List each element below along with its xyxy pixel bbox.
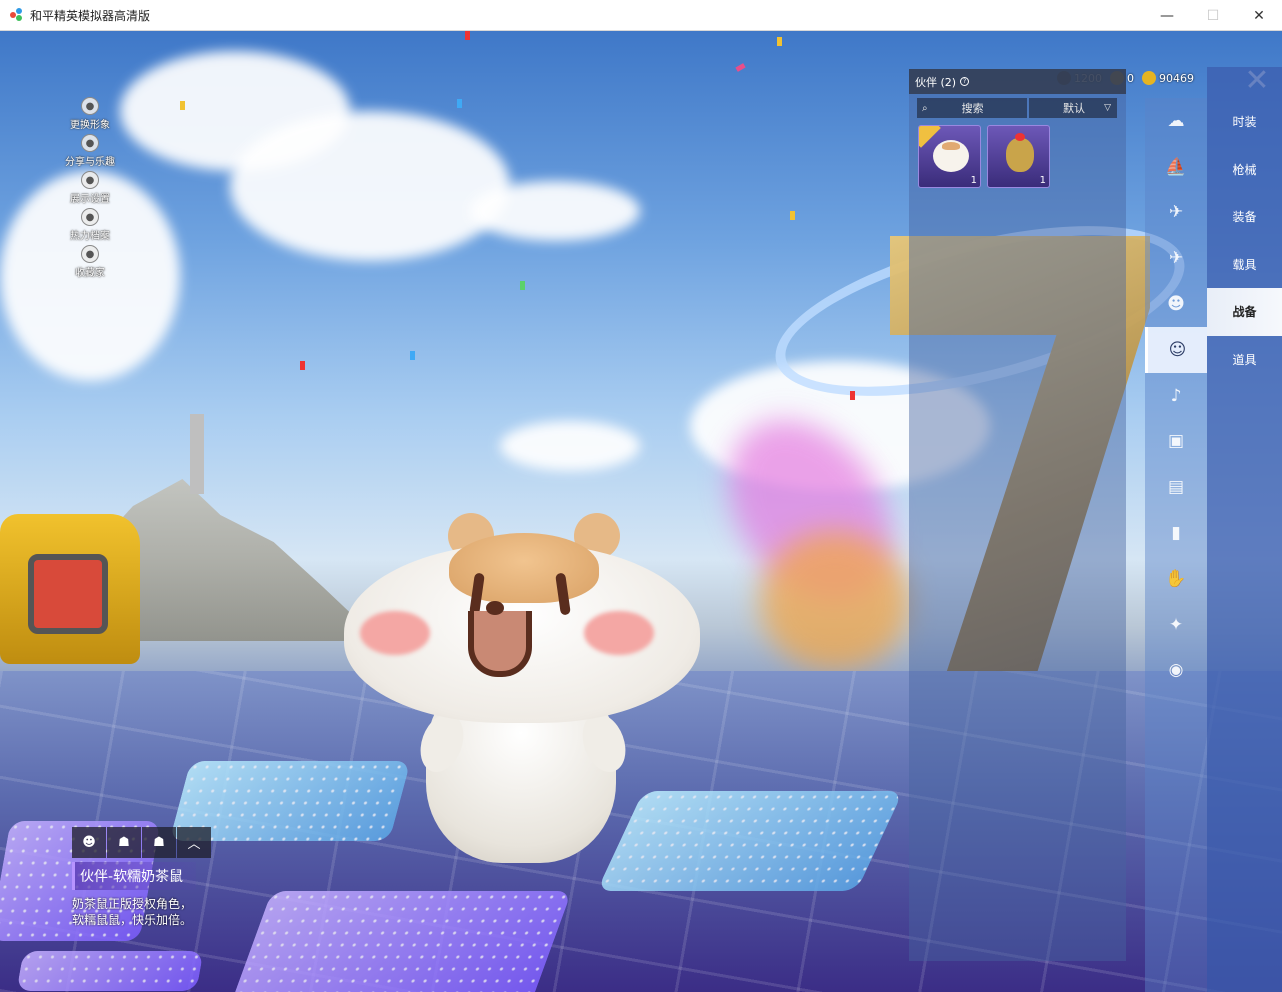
emote-icon[interactable]: ☻: [1145, 281, 1207, 327]
item-description-line: 奶茶鼠正版授权角色，: [72, 897, 193, 911]
orange-smoke: [760, 531, 910, 671]
outfit-button-2[interactable]: ☗: [142, 827, 176, 858]
left-menu-item[interactable]: ● 热力档案: [58, 208, 122, 245]
arcade-screen: [28, 554, 108, 634]
face-button[interactable]: ☻: [72, 827, 106, 858]
help-icon[interactable]: ?: [960, 77, 970, 86]
gold-coin-icon: [1142, 71, 1156, 85]
item-description-line: 软糯鼠鼠，快乐加倍。: [72, 913, 193, 927]
search-icon: ⌕: [922, 102, 928, 114]
tower: [190, 414, 204, 494]
category-tab[interactable]: 时装: [1207, 98, 1282, 146]
cloud: [470, 181, 640, 241]
minimize-button[interactable]: —: [1144, 0, 1190, 31]
glider-icon[interactable]: ⛵: [1145, 144, 1207, 190]
sort-dropdown[interactable]: 默认 ▽: [1029, 98, 1117, 118]
arcade-machine: [0, 514, 140, 664]
pet-icon[interactable]: ▣: [1145, 419, 1207, 465]
confetti: [465, 31, 470, 40]
companion-icon[interactable]: ☺: [1145, 326, 1207, 373]
share-icon: ●: [81, 134, 99, 152]
wand-icon[interactable]: ✦: [1145, 602, 1207, 648]
panel-title: 伙伴 (2): [915, 75, 957, 89]
chick-card[interactable]: 1: [987, 125, 1050, 188]
confetti: [457, 99, 462, 108]
hand-icon[interactable]: ✋: [1145, 556, 1207, 602]
confetti: [180, 101, 185, 110]
hamster-card[interactable]: 1: [918, 125, 981, 188]
flame-icon: ●: [81, 208, 99, 226]
category-tab[interactable]: 道具: [1207, 336, 1282, 384]
sort-label: 默认: [1063, 102, 1085, 115]
left-menu-item[interactable]: ● 分享与乐趣: [58, 134, 122, 171]
hamster-mouth: [468, 611, 532, 677]
search-label: 搜索: [961, 102, 984, 115]
item-info-box: ☻ ☗ ☗ ︿ 伙伴-软糯奶茶鼠 奶茶鼠正版授权角色， 软糯鼠鼠，快乐加倍。: [72, 827, 211, 928]
confetti: [850, 391, 855, 400]
category-sidebar: 时装 枪械 装备 载具 战备 道具: [1207, 67, 1282, 992]
item-quantity: 1: [970, 175, 977, 186]
floor-tile: [228, 891, 572, 992]
hamster-nose: [486, 601, 504, 615]
left-menu-label: 分享与乐趣: [65, 157, 115, 168]
confetti: [300, 361, 305, 370]
left-menu-label: 更换形象: [70, 120, 110, 131]
confetti: [735, 63, 746, 72]
picture-icon[interactable]: ▤: [1145, 464, 1207, 510]
item-description: 奶茶鼠正版授权角色， 软糯鼠鼠，快乐加倍。: [72, 896, 211, 928]
hamster-cheek: [584, 611, 654, 655]
hamster-cheek: [360, 611, 430, 655]
chick-thumbnail: [1006, 133, 1034, 172]
drone-icon[interactable]: ✈: [1145, 190, 1207, 236]
confetti: [777, 37, 782, 46]
item-name: 伙伴-软糯奶茶鼠: [72, 862, 196, 890]
chevron-down-icon: ▽: [1104, 103, 1111, 113]
close-window-button[interactable]: ✕: [1236, 0, 1282, 31]
panel-header: 伙伴 (2) ?: [909, 69, 1126, 94]
left-menu-item[interactable]: ● 更换形象: [58, 97, 122, 134]
confetti: [520, 281, 525, 290]
left-menu-label: 热力档案: [70, 231, 110, 242]
collapse-button[interactable]: ︿: [177, 827, 211, 858]
search-input[interactable]: ⌕ 搜索: [917, 98, 1027, 118]
partner-panel: 伙伴 (2) ? ⌕ 搜索 默认 ▽ 1 1: [909, 69, 1126, 961]
category-tab[interactable]: 战备: [1207, 288, 1282, 336]
left-menu-item[interactable]: ● 收藏家: [58, 245, 122, 282]
extinguisher-icon[interactable]: ▮: [1145, 510, 1207, 556]
collector-badge-icon: ●: [81, 245, 99, 263]
maximize-button[interactable]: ☐: [1190, 0, 1236, 31]
left-menu: ● 更换形象 ● 分享与乐趣 ● 展示设置 ● 热力档案 ● 收藏家: [58, 97, 122, 282]
parachute-icon[interactable]: ☁: [1145, 98, 1207, 144]
cloud: [230, 111, 510, 261]
outfit-button-1[interactable]: ☗: [107, 827, 141, 858]
subcategory-icon-column: ☁ ⛵ ✈ ✈ ☻ ☺ ♪ ▣ ▤ ▮ ✋ ✦ ◉: [1145, 98, 1207, 992]
left-menu-label: 收藏家: [75, 268, 105, 279]
confetti: [790, 211, 795, 220]
window-titlebar: 和平精英模拟器高清版 — ☐ ✕: [0, 0, 1282, 31]
sound-icon[interactable]: ♪: [1145, 373, 1207, 419]
cloud: [500, 421, 640, 471]
category-tab[interactable]: 枪械: [1207, 146, 1282, 194]
avatar-icon: ●: [81, 97, 99, 115]
hamster-companion-model[interactable]: [344, 513, 700, 863]
category-tab[interactable]: 装备: [1207, 193, 1282, 241]
plane-icon[interactable]: ✈: [1145, 235, 1207, 281]
left-menu-label: 展示设置: [70, 194, 110, 205]
category-tab[interactable]: 载具: [1207, 241, 1282, 289]
app-logo-icon: [10, 8, 24, 22]
ufo-icon[interactable]: ◉: [1145, 648, 1207, 694]
hamster-thumbnail: [933, 140, 969, 172]
currency-value: 90469: [1159, 71, 1194, 85]
left-menu-item[interactable]: ● 展示设置: [58, 171, 122, 208]
window-title: 和平精英模拟器高清版: [30, 8, 151, 23]
currency-item[interactable]: 90469: [1142, 71, 1194, 85]
eye-icon: ●: [81, 171, 99, 189]
currency-value: 0: [1127, 71, 1134, 85]
confetti: [410, 351, 415, 360]
game-viewport[interactable]: ●更换形象●分享与乐趣●展示设置●热力档案●收藏家 1200090469 ✕ ☁…: [0, 31, 1282, 992]
floor-tile: [16, 951, 204, 991]
item-quantity: 1: [1039, 175, 1046, 186]
